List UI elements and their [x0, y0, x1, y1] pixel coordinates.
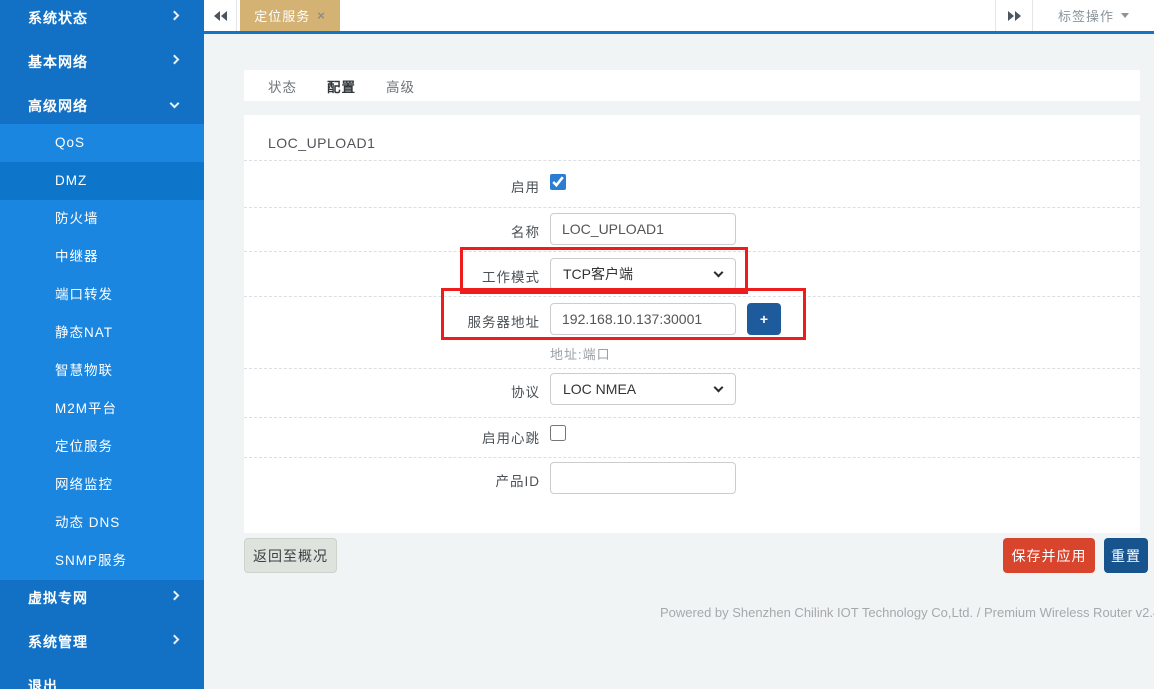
double-right-arrow-icon — [1008, 11, 1014, 21]
name-input[interactable] — [550, 213, 736, 245]
chevron-down-icon — [170, 99, 180, 109]
sidebar-item-system-management[interactable]: 系统管理 — [0, 624, 204, 668]
tab-label: 定位服务 — [254, 6, 310, 25]
sidebar-item-label: 基本网络 — [28, 52, 88, 72]
tag-operations-label: 标签操作 — [1058, 6, 1114, 25]
sidebar-item-smart-iot[interactable]: 智慧物联 — [0, 352, 204, 390]
sidebar-item-port-forwarding[interactable]: 端口转发 — [0, 276, 204, 314]
tab-location-service[interactable]: 定位服务 × — [240, 0, 340, 31]
server-address-label: 服务器地址 — [244, 311, 540, 331]
product-id-input[interactable] — [550, 462, 736, 494]
work-mode-select[interactable]: TCP客户端 — [550, 258, 736, 290]
work-mode-value: TCP客户端 — [563, 264, 633, 284]
row-divider — [244, 251, 1140, 252]
protocol-label: 协议 — [244, 381, 540, 401]
subtab-config[interactable]: 配置 — [317, 76, 366, 96]
reset-button[interactable]: 重置 — [1104, 538, 1148, 573]
sidebar-item-label: 系统管理 — [28, 632, 88, 652]
subtab-advanced[interactable]: 高级 — [376, 76, 425, 96]
heartbeat-checkbox[interactable] — [550, 425, 566, 441]
row-divider — [244, 160, 1140, 161]
row-divider — [244, 207, 1140, 208]
sidebar-item-dynamic-dns[interactable]: 动态 DNS — [0, 504, 204, 542]
sidebar-item-label: 系统状态 — [28, 8, 88, 28]
work-mode-label: 工作模式 — [244, 266, 540, 286]
add-server-button[interactable]: + — [747, 303, 781, 335]
heartbeat-label: 启用心跳 — [244, 427, 540, 447]
chevron-down-icon — [714, 383, 724, 393]
tab-bar: 定位服务 × 标签操作 — [204, 0, 1154, 34]
footer-text: Powered by Shenzhen Chilink IOT Technolo… — [660, 605, 1154, 620]
sidebar-item-label: 高级网络 — [28, 96, 88, 116]
caret-down-icon — [1121, 13, 1129, 18]
row-divider — [244, 296, 1140, 297]
server-address-input[interactable] — [550, 303, 736, 335]
protocol-select[interactable]: LOC NMEA — [550, 373, 736, 405]
row-divider — [244, 368, 1140, 369]
sidebar-item-network-monitor[interactable]: 网络监控 — [0, 466, 204, 504]
enable-checkbox[interactable] — [550, 174, 566, 190]
close-tab-icon[interactable]: × — [317, 9, 326, 22]
row-divider — [244, 457, 1140, 458]
product-id-label: 产品ID — [244, 470, 540, 490]
sidebar-item-dmz[interactable]: DMZ — [0, 162, 204, 200]
sidebar-item-basic-network[interactable]: 基本网络 — [0, 44, 204, 88]
sidebar-item-label: 退出 — [28, 676, 58, 689]
section-title: LOC_UPLOAD1 — [268, 135, 375, 151]
scroll-tabs-right-button[interactable] — [995, 0, 1033, 31]
chevron-right-icon — [170, 55, 180, 65]
sidebar-item-repeater[interactable]: 中继器 — [0, 238, 204, 276]
scroll-tabs-left-button[interactable] — [204, 0, 237, 31]
chevron-down-icon — [714, 268, 724, 278]
sidebar-item-snmp-service[interactable]: SNMP服务 — [0, 542, 204, 580]
sidebar-item-static-nat[interactable]: 静态NAT — [0, 314, 204, 352]
tab-bar-spacer — [340, 0, 995, 31]
back-to-overview-button[interactable]: 返回至概况 — [244, 538, 337, 573]
save-and-apply-button[interactable]: 保存并应用 — [1003, 538, 1095, 573]
sidebar-item-firewall[interactable]: 防火墙 — [0, 200, 204, 238]
page-subtabs: 状态 配置 高级 — [244, 70, 1140, 101]
server-address-hint: 地址:端口 — [550, 344, 611, 363]
subtab-status[interactable]: 状态 — [258, 76, 307, 96]
chevron-right-icon — [170, 591, 180, 601]
chevron-right-icon — [170, 11, 180, 21]
sidebar-item-location-service[interactable]: 定位服务 — [0, 428, 204, 466]
chevron-right-icon — [170, 635, 180, 645]
name-label: 名称 — [244, 221, 540, 241]
row-divider — [244, 417, 1140, 418]
config-form-card: LOC_UPLOAD1 启用 名称 工作模式 TCP客户端 服务器地址 + 地址… — [244, 115, 1140, 533]
sidebar-item-qos[interactable]: QoS — [0, 124, 204, 162]
enable-label: 启用 — [244, 176, 540, 196]
double-left-arrow-icon — [214, 11, 220, 21]
sidebar: 系统状态 基本网络 高级网络 QoS DMZ 防火墙 中继器 端口转发 静态NA… — [0, 0, 204, 689]
protocol-value: LOC NMEA — [563, 381, 636, 397]
sidebar-item-vpn[interactable]: 虚拟专网 — [0, 580, 204, 624]
advanced-network-submenu: QoS DMZ 防火墙 中继器 端口转发 静态NAT 智慧物联 M2M平台 定位… — [0, 124, 204, 580]
sidebar-item-label: 虚拟专网 — [28, 588, 88, 608]
sidebar-item-system-status[interactable]: 系统状态 — [0, 0, 204, 44]
sidebar-item-m2m-platform[interactable]: M2M平台 — [0, 390, 204, 428]
sidebar-item-logout[interactable]: 退出 — [0, 668, 204, 689]
tag-operations-dropdown[interactable]: 标签操作 — [1033, 0, 1154, 31]
